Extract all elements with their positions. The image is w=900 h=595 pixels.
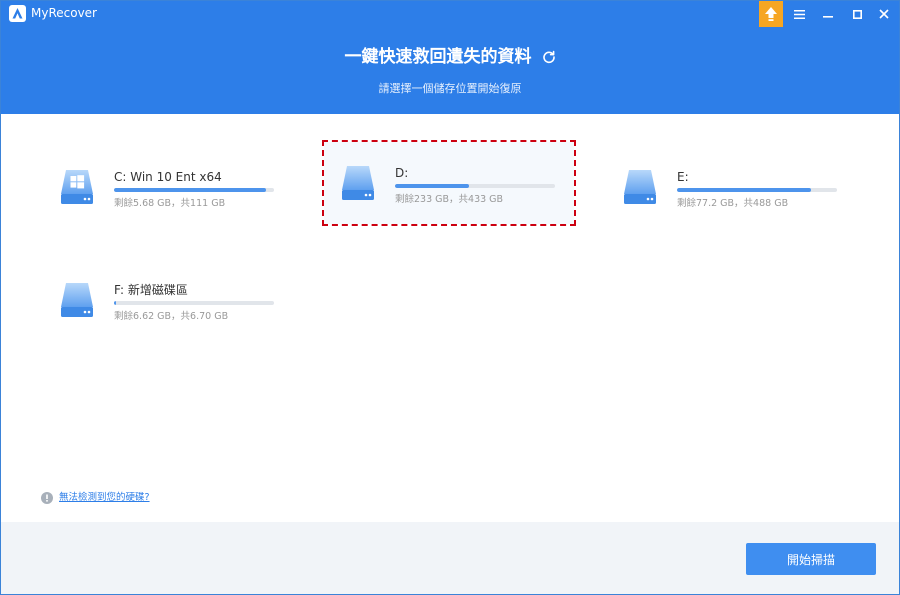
drive-icon [59, 281, 95, 319]
drive-not-detected-link[interactable]: 無法檢測到您的硬碟? [59, 492, 150, 504]
app-logo-icon [9, 5, 26, 22]
header-banner: MyRecover 一鍵快速救回遺失的資料 請選擇一個儲存位置開始復原 [1, 1, 899, 114]
drive-usage-fill [114, 301, 116, 305]
app-window: MyRecover 一鍵快速救回遺失的資料 請選擇一個儲存位置開始復原 C: W… [0, 0, 900, 595]
drive-card-f[interactable]: F: 新增磁碟區 剩餘6.62 GB，共6.70 GB [43, 259, 293, 341]
drive-card-d[interactable]: D: 剩餘233 GB，共433 GB [322, 140, 576, 226]
start-scan-button[interactable]: 開始掃描 [746, 543, 876, 575]
drive-name: E: [677, 170, 689, 184]
windows-drive-icon [59, 168, 95, 206]
page-title: 一鍵快速救回遺失的資料 [344, 47, 532, 67]
maximize-button[interactable] [845, 3, 869, 25]
upgrade-icon [765, 7, 777, 21]
drive-icon [340, 164, 376, 202]
info-icon [41, 492, 53, 504]
drive-usage-fill [114, 188, 266, 192]
drive-capacity: 剩餘77.2 GB，共488 GB [677, 198, 789, 209]
drive-usage-bar [114, 188, 274, 192]
drive-usage-bar [677, 188, 837, 192]
page-subtitle: 請選擇一個儲存位置開始復原 [378, 82, 522, 95]
drive-capacity: 剩餘6.62 GB，共6.70 GB [114, 311, 229, 322]
drive-card-c[interactable]: C: Win 10 Ent x64 剩餘5.68 GB，共111 GB [43, 146, 293, 228]
drive-name: F: 新增磁碟區 [114, 283, 188, 297]
upgrade-button[interactable] [759, 1, 783, 27]
help-row[interactable]: 無法檢測到您的硬碟? [41, 492, 150, 504]
drive-card-e[interactable]: E: 剩餘77.2 GB，共488 GB [606, 146, 856, 228]
minimize-icon [823, 16, 833, 18]
drive-usage-bar [395, 184, 555, 188]
drive-capacity: 剩餘5.68 GB，共111 GB [114, 198, 226, 209]
close-button[interactable] [872, 3, 896, 25]
drive-usage-fill [677, 188, 812, 192]
maximize-icon [852, 9, 862, 19]
refresh-icon[interactable] [542, 50, 556, 64]
drive-name: D: [395, 166, 409, 180]
footer-bar: 開始掃描 [1, 522, 899, 594]
minimize-button[interactable] [816, 3, 840, 25]
close-icon [879, 9, 889, 19]
menu-icon [793, 9, 805, 19]
drive-capacity: 剩餘233 GB，共433 GB [395, 194, 504, 205]
drive-name: C: Win 10 Ent x64 [114, 170, 222, 184]
drive-usage-fill [395, 184, 469, 188]
app-title: MyRecover [31, 6, 97, 20]
drive-usage-bar [114, 301, 274, 305]
drive-icon [622, 168, 658, 206]
menu-button[interactable] [787, 3, 811, 25]
